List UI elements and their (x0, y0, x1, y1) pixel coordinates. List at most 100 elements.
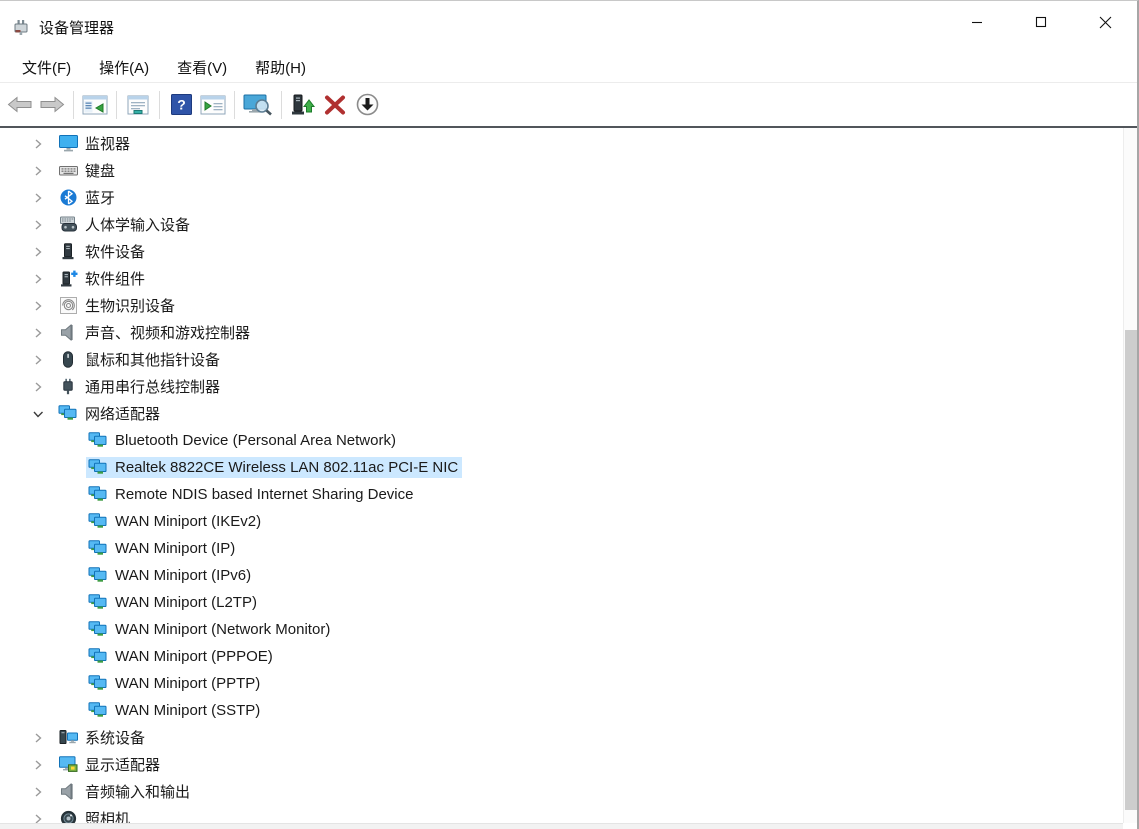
network-adapter-icon (88, 432, 108, 449)
disable-device-button[interactable] (351, 88, 383, 122)
chevron-right-icon[interactable] (30, 163, 46, 179)
chevron-right-icon[interactable] (30, 784, 46, 800)
tree-item-label: 软件组件 (85, 268, 145, 289)
chevron-right-icon[interactable] (30, 136, 46, 152)
tree-item[interactable]: WAN Miniport (PPPOE) (0, 643, 1123, 670)
menu-action[interactable]: 操作(A) (87, 53, 161, 82)
tree-item[interactable]: 蓝牙 (0, 184, 1123, 211)
tree-item-label: WAN Miniport (SSTP) (115, 702, 260, 719)
tree-item[interactable]: 音频输入和输出 (0, 778, 1123, 805)
software-device-icon (58, 243, 78, 260)
row-content[interactable]: Bluetooth Device (Personal Area Network) (86, 430, 400, 451)
properties-button[interactable] (122, 88, 154, 122)
menu-file[interactable]: 文件(F) (10, 53, 83, 82)
row-content[interactable]: 声音、视频和游戏控制器 (56, 320, 254, 345)
row-content[interactable]: WAN Miniport (IPv6) (86, 565, 255, 586)
chevron-down-icon[interactable] (30, 406, 46, 422)
row-content[interactable]: 监视器 (56, 131, 134, 156)
tree-item[interactable]: WAN Miniport (L2TP) (0, 589, 1123, 616)
tree-item[interactable]: WAN Miniport (Network Monitor) (0, 616, 1123, 643)
tree-item[interactable]: Realtek 8822CE Wireless LAN 802.11ac PCI… (0, 454, 1123, 481)
tree-item[interactable]: WAN Miniport (IP) (0, 535, 1123, 562)
back-button[interactable] (4, 88, 36, 122)
row-content[interactable]: 软件设备 (56, 239, 149, 264)
minimize-button[interactable] (945, 1, 1009, 43)
help-button[interactable]: ? (165, 88, 197, 122)
uninstall-icon (324, 95, 346, 115)
tree-item-label: 键盘 (85, 160, 115, 181)
vertical-scrollbar-thumb[interactable] (1125, 330, 1137, 810)
row-content[interactable]: 通用串行总线控制器 (56, 374, 224, 399)
tree-item[interactable]: WAN Miniport (IPv6) (0, 562, 1123, 589)
chevron-right-icon[interactable] (30, 190, 46, 206)
menu-help[interactable]: 帮助(H) (243, 53, 318, 82)
tree-item[interactable]: 网络适配器 (0, 400, 1123, 427)
scan-hardware-changes-button[interactable] (240, 88, 276, 122)
row-content[interactable]: 鼠标和其他指针设备 (56, 347, 224, 372)
tree-item-label: WAN Miniport (Network Monitor) (115, 621, 330, 638)
close-button[interactable] (1073, 1, 1137, 43)
tree-item[interactable]: Bluetooth Device (Personal Area Network) (0, 427, 1123, 454)
tree-item[interactable]: 监视器 (0, 130, 1123, 157)
tree-item[interactable]: Remote NDIS based Internet Sharing Devic… (0, 481, 1123, 508)
row-content[interactable]: WAN Miniport (IP) (86, 538, 239, 559)
chevron-right-icon[interactable] (30, 352, 46, 368)
tree-item[interactable]: 生物识别设备 (0, 292, 1123, 319)
audio-icon (58, 783, 78, 800)
horizontal-scrollbar[interactable] (0, 823, 1123, 829)
forward-button[interactable] (36, 88, 68, 122)
uninstall-device-button[interactable] (319, 88, 351, 122)
row-content[interactable]: WAN Miniport (SSTP) (86, 700, 264, 721)
row-content[interactable]: 音频输入和输出 (56, 779, 194, 804)
tree-item[interactable]: 系统设备 (0, 724, 1123, 751)
tree-item[interactable]: WAN Miniport (IKEv2) (0, 508, 1123, 535)
monitor-icon (58, 135, 78, 152)
chevron-right-icon[interactable] (30, 298, 46, 314)
chevron-right-icon[interactable] (30, 730, 46, 746)
row-content[interactable]: 键盘 (56, 158, 119, 183)
tree-item[interactable]: 鼠标和其他指针设备 (0, 346, 1123, 373)
chevron-right-icon[interactable] (30, 325, 46, 341)
show-action-pane-button[interactable] (197, 88, 229, 122)
maximize-button[interactable] (1009, 1, 1073, 43)
row-content[interactable]: WAN Miniport (PPPOE) (86, 646, 277, 667)
tree-item[interactable]: 显示适配器 (0, 751, 1123, 778)
chevron-right-icon[interactable] (30, 217, 46, 233)
show-console-tree-button[interactable] (79, 88, 111, 122)
row-content[interactable]: 人体学输入设备 (56, 212, 194, 237)
row-content[interactable]: WAN Miniport (IKEv2) (86, 511, 265, 532)
chevron-right-icon[interactable] (30, 271, 46, 287)
tree-item-label: 显示适配器 (85, 754, 160, 775)
tree-item-label: WAN Miniport (L2TP) (115, 594, 257, 611)
chevron-right-icon[interactable] (30, 757, 46, 773)
network-adapter-icon (88, 567, 108, 584)
row-content[interactable]: WAN Miniport (Network Monitor) (86, 619, 334, 640)
vertical-scrollbar[interactable] (1123, 128, 1137, 823)
tree-item[interactable]: 人体学输入设备 (0, 211, 1123, 238)
row-content[interactable]: 蓝牙 (56, 185, 119, 210)
device-tree: 监视器键盘蓝牙人体学输入设备软件设备软件组件生物识别设备声音、视频和游戏控制器鼠… (0, 130, 1123, 829)
row-content[interactable]: 系统设备 (56, 725, 149, 750)
row-content[interactable]: WAN Miniport (L2TP) (86, 592, 261, 613)
tree-item-label: WAN Miniport (IKEv2) (115, 513, 261, 530)
tree-item[interactable]: 软件设备 (0, 238, 1123, 265)
tree-item[interactable]: 声音、视频和游戏控制器 (0, 319, 1123, 346)
tree-item[interactable]: 通用串行总线控制器 (0, 373, 1123, 400)
menu-view[interactable]: 查看(V) (165, 53, 239, 82)
tree-item[interactable]: 软件组件 (0, 265, 1123, 292)
row-content[interactable]: 显示适配器 (56, 752, 164, 777)
row-content[interactable]: 软件组件 (56, 266, 149, 291)
tree-item-label: Realtek 8822CE Wireless LAN 802.11ac PCI… (115, 459, 458, 476)
row-content[interactable]: 生物识别设备 (56, 293, 179, 318)
tree-item[interactable]: 键盘 (0, 157, 1123, 184)
update-driver-button[interactable] (287, 88, 319, 122)
tree-item[interactable]: WAN Miniport (PPTP) (0, 670, 1123, 697)
chevron-right-icon[interactable] (30, 379, 46, 395)
selected-row-content[interactable]: Realtek 8822CE Wireless LAN 802.11ac PCI… (86, 457, 462, 478)
network-adapter-icon (88, 702, 108, 719)
chevron-right-icon[interactable] (30, 244, 46, 260)
row-content[interactable]: Remote NDIS based Internet Sharing Devic… (86, 484, 417, 505)
row-content[interactable]: 网络适配器 (56, 401, 164, 426)
tree-item[interactable]: WAN Miniport (SSTP) (0, 697, 1123, 724)
row-content[interactable]: WAN Miniport (PPTP) (86, 673, 264, 694)
